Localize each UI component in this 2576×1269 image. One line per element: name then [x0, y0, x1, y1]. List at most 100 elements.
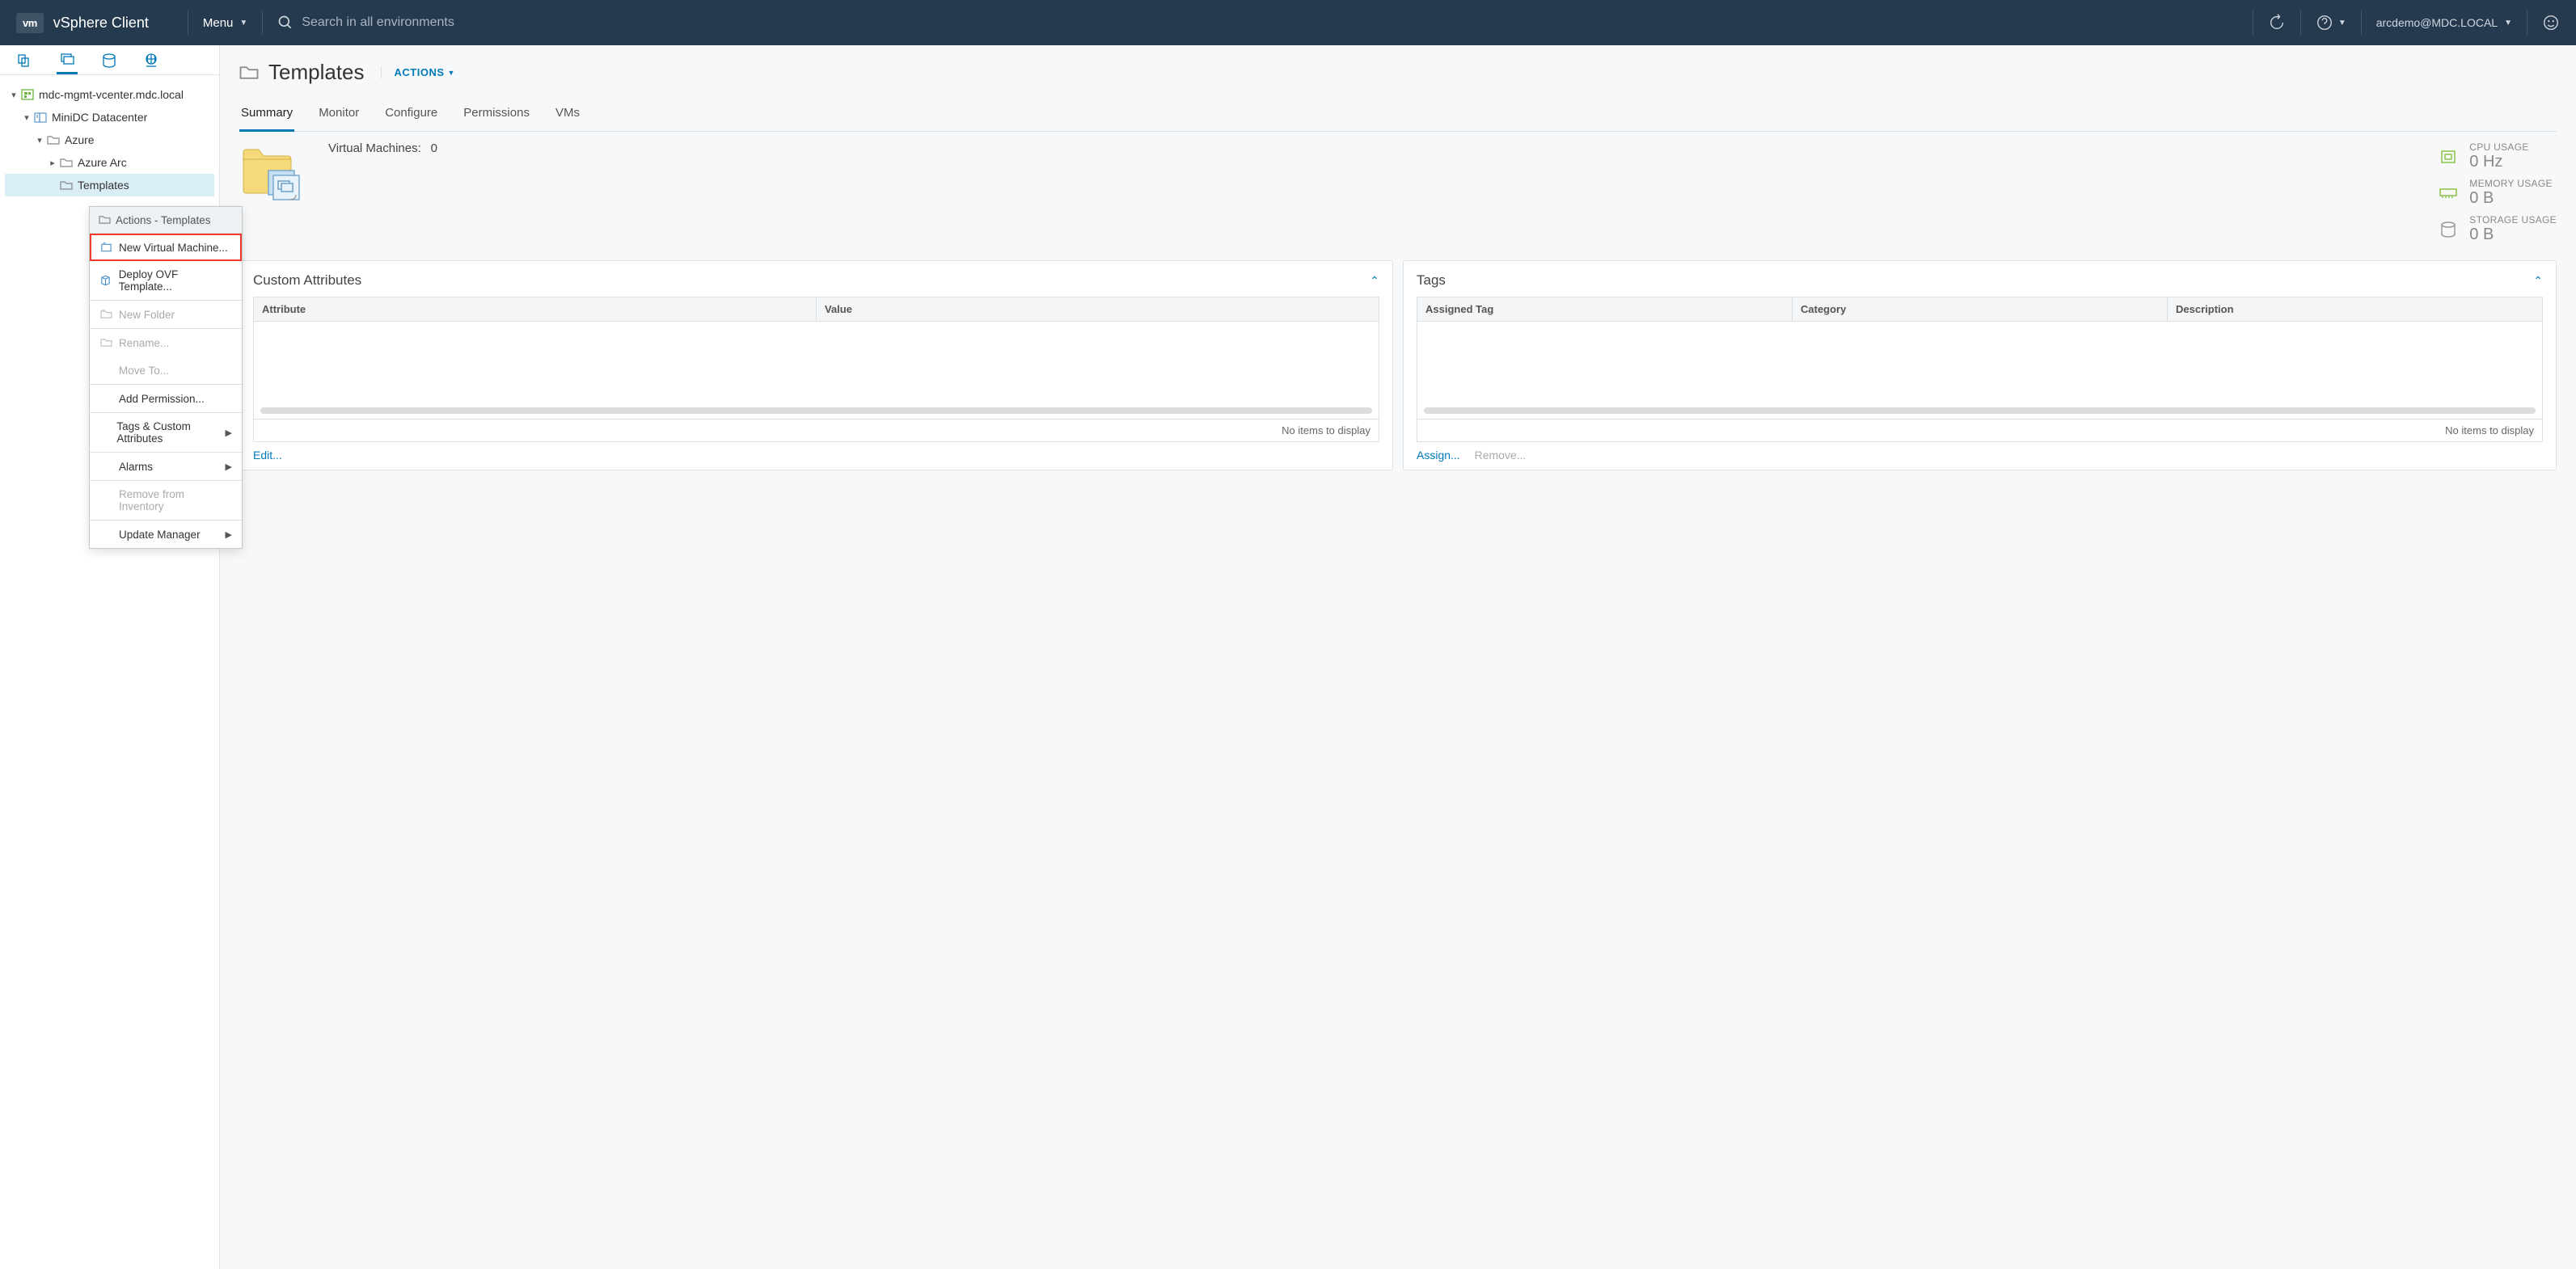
- chevron-down-icon: ▼: [2338, 19, 2346, 27]
- collapse-icon[interactable]: ▾: [21, 112, 32, 123]
- tree-datacenter[interactable]: ▾ MiniDC Datacenter: [5, 106, 214, 129]
- help-icon: [2316, 14, 2333, 32]
- spacer: [99, 460, 112, 473]
- scrollbar[interactable]: [260, 407, 1372, 414]
- context-menu-title: Actions - Templates: [90, 207, 242, 234]
- edit-link[interactable]: Edit...: [253, 449, 282, 462]
- usage-block: CPU USAGE 0 Hz MEMORY USAGE 0 B STORAGE …: [2439, 141, 2557, 244]
- remove-link: Remove...: [1475, 449, 1527, 462]
- ctx-move-to: Move To...: [90, 356, 242, 384]
- usage-text: STORAGE USAGE 0 B: [2469, 214, 2557, 244]
- usage-value: 0 Hz: [2469, 153, 2528, 171]
- ctx-label: New Virtual Machine...: [119, 242, 228, 254]
- col-description: Description: [2168, 297, 2542, 321]
- hosts-tab-icon[interactable]: [15, 53, 36, 74]
- ctx-label: Tags & Custom Attributes: [116, 420, 218, 445]
- tree-root[interactable]: ▾ mdc-mgmt-vcenter.mdc.local: [5, 83, 214, 106]
- ctx-add-permission[interactable]: Add Permission...: [90, 385, 242, 412]
- col-value: Value: [817, 297, 1379, 321]
- app-header: vm vSphere Client Menu ▼ ▼ arcdemo@MDC.L…: [0, 0, 2576, 45]
- panel-links: Assign... Remove...: [1417, 449, 2543, 462]
- collapse-icon[interactable]: ▾: [34, 135, 45, 145]
- table-body: [254, 322, 1379, 419]
- ctx-new-vm[interactable]: + New Virtual Machine...: [90, 234, 242, 261]
- spacer: [99, 392, 112, 405]
- folder-icon: [60, 179, 73, 191]
- network-tab-icon[interactable]: [141, 53, 162, 74]
- ctx-label: Move To...: [119, 365, 169, 377]
- ctx-label: Deploy OVF Template...: [119, 268, 232, 293]
- main-header: Templates ACTIONS ▼ Summary Monitor Conf…: [220, 45, 2576, 132]
- tab-summary[interactable]: Summary: [239, 99, 294, 132]
- assign-link[interactable]: Assign...: [1417, 449, 1460, 462]
- collapse-icon[interactable]: ⌃: [1370, 274, 1379, 288]
- user-dropdown[interactable]: arcdemo@MDC.LOCAL ▼: [2376, 16, 2512, 29]
- panel-title: Custom Attributes: [253, 272, 361, 289]
- page-title: Templates: [239, 60, 365, 85]
- search-icon: [277, 15, 293, 31]
- divider: [2361, 11, 2362, 35]
- storage-icon: [2439, 221, 2458, 238]
- vm-count-label: Virtual Machines:: [328, 141, 421, 155]
- ctx-update-manager[interactable]: Update Manager ▶: [90, 521, 242, 548]
- folder-icon: [98, 213, 111, 226]
- panels: Custom Attributes ⌃ Attribute Value No i…: [220, 260, 2576, 490]
- actions-label: ACTIONS: [395, 66, 445, 78]
- collapse-icon[interactable]: ⌃: [2533, 274, 2543, 288]
- tree-label: Templates: [78, 179, 129, 192]
- actions-dropdown[interactable]: ACTIONS ▼: [381, 66, 455, 78]
- ctx-tags[interactable]: Tags & Custom Attributes ▶: [90, 413, 242, 452]
- usage-text: CPU USAGE 0 Hz: [2469, 141, 2528, 171]
- help-dropdown[interactable]: ▼: [2316, 14, 2346, 32]
- layout: ▾ mdc-mgmt-vcenter.mdc.local ▾ MiniDC Da…: [0, 45, 2576, 1269]
- usage-value: 0 B: [2469, 189, 2553, 208]
- search-input[interactable]: [302, 15, 625, 30]
- datacenter-icon: [34, 112, 47, 123]
- vms-tab-icon[interactable]: [57, 53, 78, 74]
- vcenter-icon: [21, 89, 34, 100]
- folder-illustration: [239, 141, 304, 204]
- empty-label: No items to display: [2445, 424, 2534, 436]
- ctx-alarms[interactable]: Alarms ▶: [90, 453, 242, 480]
- ctx-label: New Folder: [119, 309, 175, 321]
- refresh-icon[interactable]: [2268, 14, 2286, 32]
- spacer: [99, 528, 112, 541]
- ctx-label: Rename...: [119, 337, 169, 349]
- context-title-label: Actions - Templates: [116, 214, 211, 226]
- memory-icon: [2439, 185, 2458, 201]
- ovf-icon: [99, 274, 112, 287]
- table-header: Attribute Value: [254, 297, 1379, 322]
- tab-vms[interactable]: VMs: [554, 99, 581, 131]
- menu-dropdown[interactable]: Menu ▼: [203, 16, 247, 30]
- ctx-deploy-ovf[interactable]: Deploy OVF Template...: [90, 261, 242, 300]
- smiley-icon[interactable]: [2542, 14, 2560, 32]
- col-tag: Assigned Tag: [1417, 297, 1793, 321]
- tab-configure[interactable]: Configure: [383, 99, 439, 131]
- ctx-label: Alarms: [119, 461, 153, 473]
- cpu-icon: [2439, 149, 2458, 165]
- col-attribute: Attribute: [254, 297, 817, 321]
- usage-text: MEMORY USAGE 0 B: [2469, 178, 2553, 208]
- submenu-arrow-icon: ▶: [226, 428, 232, 438]
- chevron-down-icon: ▼: [239, 19, 247, 27]
- col-category: Category: [1793, 297, 2168, 321]
- vm-count-block: Virtual Machines: 0: [328, 141, 437, 244]
- expand-icon[interactable]: ▸: [47, 158, 58, 168]
- tree-folder-templates[interactable]: Templates: [5, 174, 214, 196]
- tab-permissions[interactable]: Permissions: [462, 99, 531, 131]
- tree-label: Azure: [65, 133, 95, 146]
- spacer: [99, 426, 110, 439]
- inventory-tree: ▾ mdc-mgmt-vcenter.mdc.local ▾ MiniDC Da…: [0, 75, 219, 204]
- collapse-icon[interactable]: ▾: [8, 90, 19, 100]
- usage-label: CPU USAGE: [2469, 141, 2528, 153]
- tab-monitor[interactable]: Monitor: [317, 99, 361, 131]
- tree-folder-azure[interactable]: ▾ Azure: [5, 129, 214, 151]
- folder-icon: [60, 157, 73, 168]
- new-vm-icon: +: [99, 241, 112, 254]
- storage-usage: STORAGE USAGE 0 B: [2439, 214, 2557, 244]
- scrollbar[interactable]: [1424, 407, 2536, 414]
- folder-icon: [239, 65, 259, 81]
- ctx-remove: Remove from Inventory: [90, 481, 242, 520]
- tree-folder-azurearc[interactable]: ▸ Azure Arc: [5, 151, 214, 174]
- storage-tab-icon[interactable]: [99, 53, 120, 74]
